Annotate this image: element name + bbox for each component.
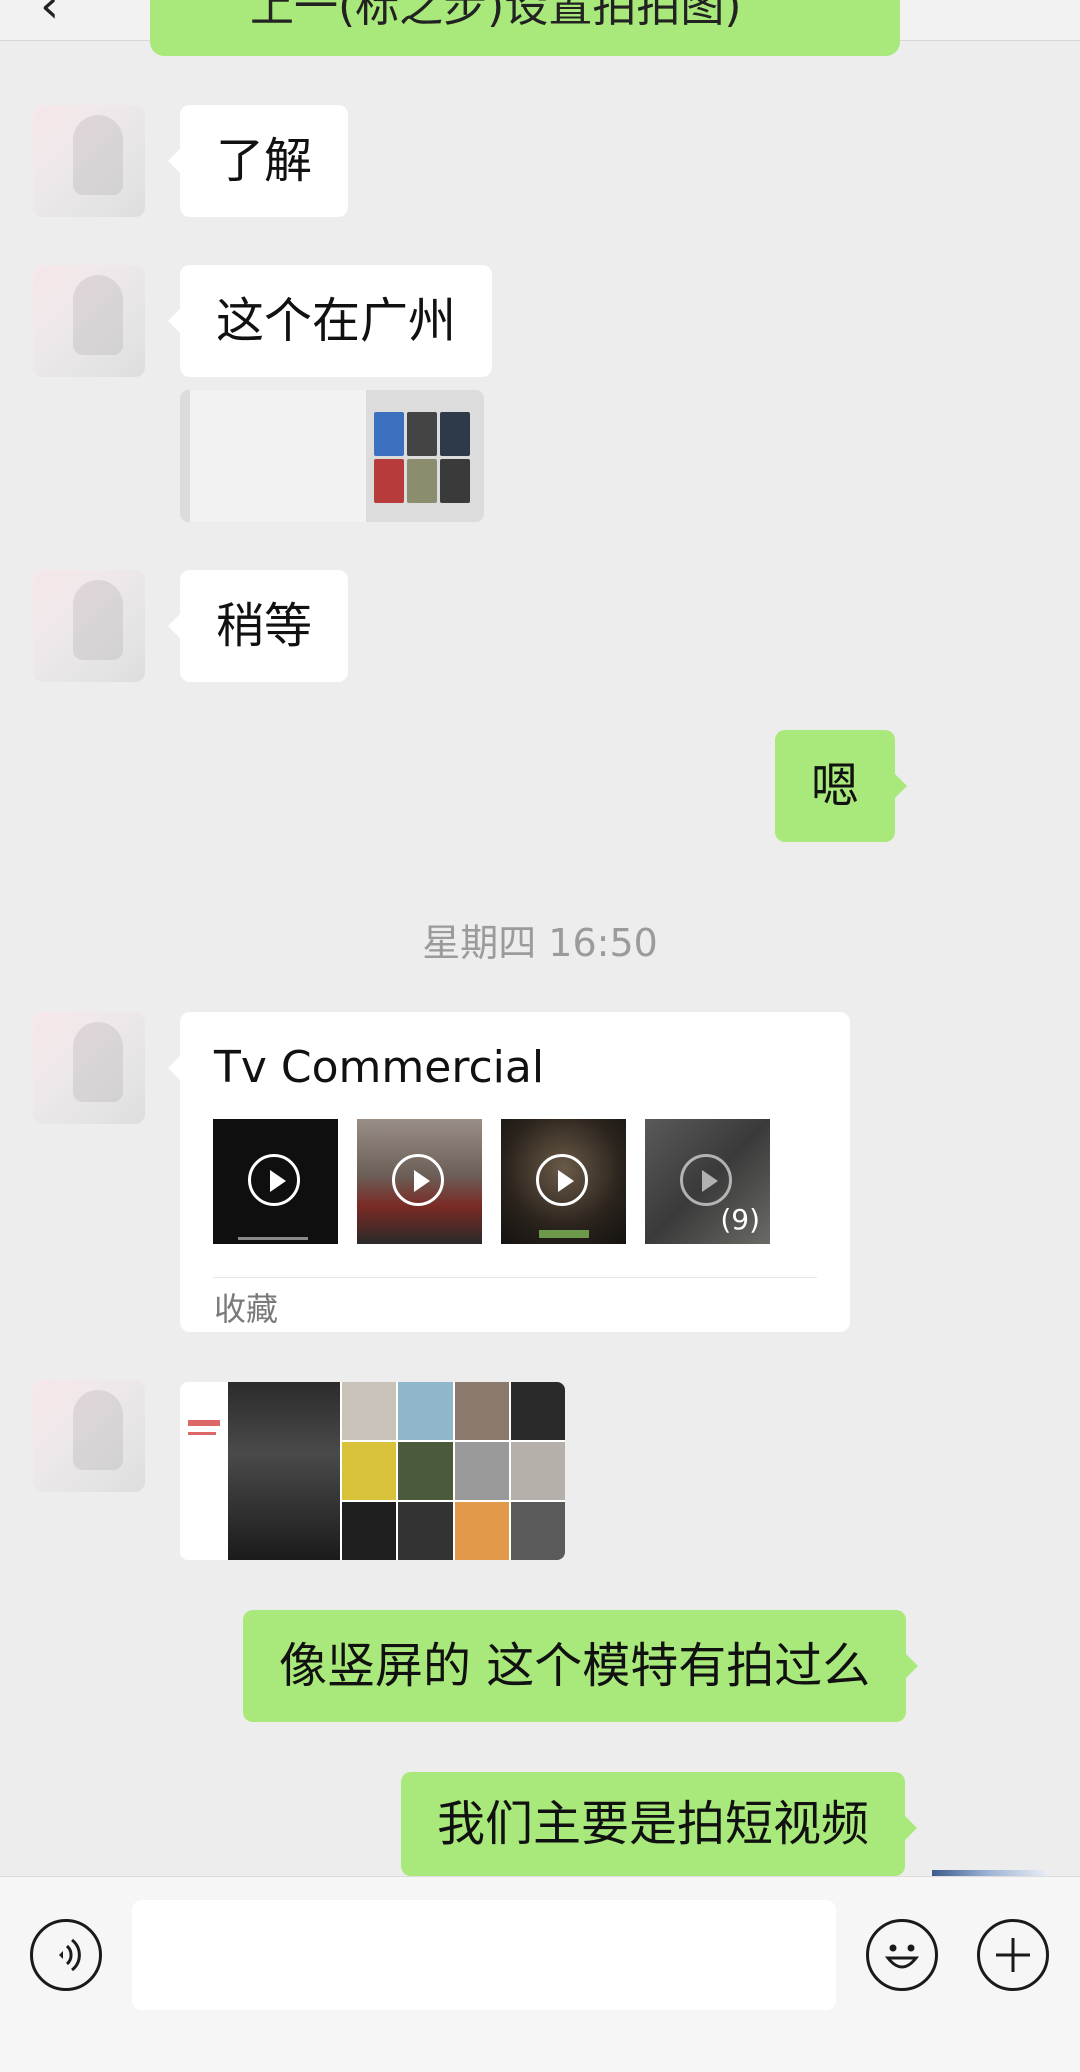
message-text: 我们主要是拍短视频 — [437, 1796, 870, 1852]
video-thumbnail[interactable] — [357, 1119, 482, 1244]
message-bubble-sent[interactable]: 嗯 — [775, 730, 908, 842]
play-icon — [392, 1154, 444, 1206]
play-icon — [536, 1154, 588, 1206]
card-title: Tv Commercial — [214, 1042, 545, 1093]
message-bubble-received[interactable]: 稍等 — [167, 570, 349, 682]
image-attachment[interactable] — [180, 1382, 565, 1560]
message-bubble-sent[interactable]: 我们主要是拍短视频 — [401, 1772, 918, 1876]
message-text: 了解 — [216, 133, 313, 189]
emoji-icon — [884, 1944, 920, 1969]
image-portrait — [228, 1382, 340, 1560]
image-text-line — [188, 1420, 220, 1426]
message-text: 嗯 — [811, 758, 860, 814]
video-thumbnails: (9) — [213, 1119, 770, 1244]
avatar[interactable] — [33, 1012, 145, 1124]
avatar[interactable] — [33, 265, 145, 377]
progress-line — [238, 1237, 308, 1240]
message-text: 稍等 — [216, 598, 313, 654]
back-icon[interactable]: ‹ — [40, 0, 59, 34]
timestamp: 星期四 16:50 — [422, 921, 658, 965]
message-bubble-received[interactable]: 这个在广州 — [167, 265, 493, 377]
message-text: 像竖屏的 这个模特有拍过么 — [279, 1638, 871, 1694]
message-bubble-sent[interactable]: 像竖屏的 这个模特有拍过么 — [243, 1610, 919, 1722]
play-icon — [248, 1154, 300, 1206]
image-thumbnail-grid — [374, 412, 470, 503]
emoji-button[interactable] — [866, 1919, 938, 1991]
video-thumbnail[interactable]: (9) — [645, 1119, 770, 1244]
video-thumbnail[interactable] — [501, 1119, 626, 1244]
message-text: 这个在广州 — [216, 293, 457, 349]
message-text: 上一(标之步)设置拍拍图) — [250, 0, 742, 32]
avatar[interactable] — [33, 105, 145, 217]
message-bubble-sent-partial[interactable]: 上一(标之步)设置拍拍图) — [150, 0, 900, 56]
image-text-line — [188, 1432, 216, 1435]
plus-icon — [996, 1938, 1030, 1972]
input-bar — [0, 1876, 1080, 2072]
caption-bar — [539, 1230, 589, 1238]
message-input[interactable] — [132, 1900, 836, 2010]
favorites-card[interactable]: Tv Commercial (9) 收藏 — [168, 1012, 850, 1332]
card-source-label: 收藏 — [214, 1290, 279, 1328]
more-button[interactable] — [977, 1919, 1049, 1991]
divider — [213, 1277, 817, 1278]
video-thumbnail[interactable] — [213, 1119, 338, 1244]
image-placeholder — [190, 390, 366, 522]
avatar[interactable] — [33, 1380, 145, 1492]
image-collage-grid — [342, 1382, 565, 1560]
voice-button[interactable] — [30, 1919, 102, 1991]
message-bubble-received[interactable]: 了解 — [167, 105, 349, 217]
voice-icon — [59, 1938, 81, 1972]
play-icon — [680, 1154, 732, 1206]
image-attachment[interactable] — [180, 390, 484, 522]
avatar[interactable] — [33, 570, 145, 682]
more-count: (9) — [720, 1203, 760, 1236]
